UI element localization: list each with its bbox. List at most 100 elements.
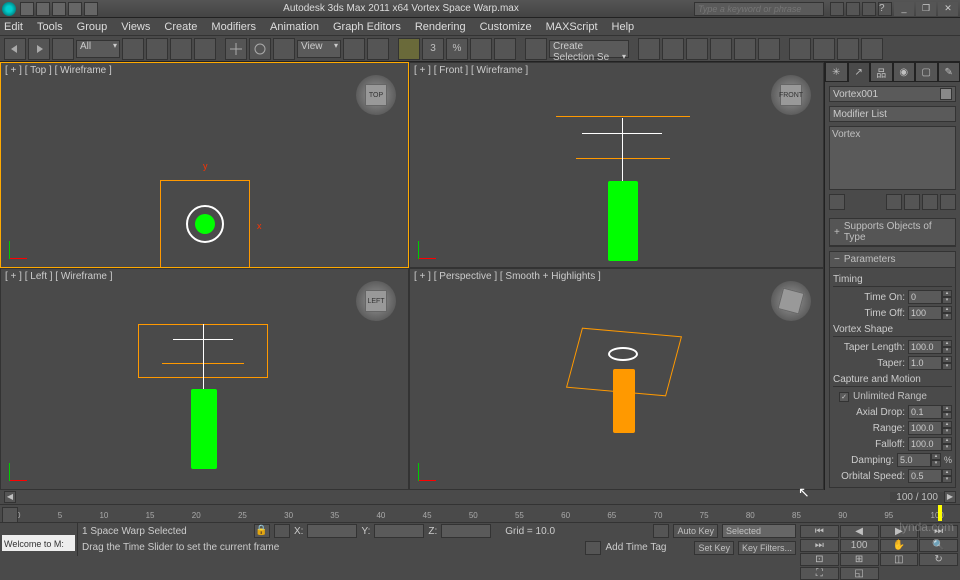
infocenter-icon[interactable] [830,2,844,16]
motion-tab[interactable]: ◉ [893,62,916,82]
axial-drop-spinner[interactable] [908,405,942,419]
viewport-perspective[interactable]: [ + ] [ Perspective ] [ Smooth + Highlig… [409,268,824,490]
viewcube-perspective[interactable] [771,281,811,321]
spinner-down[interactable]: ▾ [942,412,952,419]
transform-type-icon[interactable] [274,524,290,538]
make-unique-button[interactable] [904,194,920,210]
add-time-tag[interactable]: Add Time Tag [605,542,666,553]
viewport-left[interactable]: [ + ] [ Left ] [ Wireframe ] LEFT [0,268,409,490]
help-icon[interactable]: ? [878,2,892,16]
x-input[interactable] [307,524,357,538]
mirror-icon[interactable] [638,38,660,60]
edit-selection-icon[interactable] [494,38,516,60]
modifier-list-dropdown[interactable]: Modifier List [829,106,956,122]
layers-icon[interactable] [686,38,708,60]
qat-new-icon[interactable] [20,2,34,16]
rollout-supports-header[interactable]: +Supports Objects of Type [830,219,955,246]
spinner-down[interactable]: ▾ [942,363,952,370]
menu-edit[interactable]: Edit [4,21,23,33]
zoom-extents-button[interactable]: ⊞ [840,553,879,566]
orbit-button[interactable]: ↻ [919,553,958,566]
zoom-button[interactable]: 🔍 [919,539,958,552]
modify-tab[interactable]: ↗ [848,62,871,82]
sign-in-icon[interactable] [846,2,860,16]
viewcube-face[interactable]: LEFT [365,290,387,312]
pin-stack-button[interactable] [829,194,845,210]
spinner-up[interactable]: ▴ [942,340,952,347]
keyword-search-input[interactable] [694,2,824,16]
viewcube-face[interactable]: FRONT [780,84,802,106]
create-tab[interactable]: ✳ [825,62,848,82]
rollout-parameters-header[interactable]: −Parameters [830,252,955,268]
align-icon[interactable] [662,38,684,60]
viewcube-top[interactable]: TOP [356,75,396,115]
spinner-up[interactable]: ▴ [942,405,952,412]
viewport-top[interactable]: [ + ] [ Top ] [ Wireframe ] TOP x y [0,62,409,268]
viewcube-left[interactable]: LEFT [356,281,396,321]
material-editor-icon[interactable] [758,38,780,60]
render-setup-icon[interactable] [789,38,811,60]
spinner-down[interactable]: ▾ [942,297,952,304]
utilities-tab[interactable]: ✎ [938,62,960,82]
time-slider-handle[interactable] [938,505,942,521]
coord-system-dropdown[interactable]: View [297,40,341,58]
maximize-viewport-button[interactable]: ⛶ [800,567,839,580]
falloff-spinner[interactable] [908,437,942,451]
spinner-up[interactable]: ▴ [942,421,952,428]
orbital-speed-spinner[interactable] [908,469,942,483]
spinner-up[interactable]: ▴ [942,290,952,297]
viewcube-front[interactable]: FRONT [771,75,811,115]
qat-redo-icon[interactable] [84,2,98,16]
modifier-stack[interactable]: Vortex [829,126,956,190]
hierarchy-tab[interactable]: 品 [870,62,893,82]
spinner-down[interactable]: ▾ [942,313,952,320]
minimize-button[interactable]: _ [894,2,914,16]
time-tag-icon[interactable] [585,541,601,555]
spinner-down[interactable]: ▾ [942,476,952,483]
app-logo[interactable] [2,2,16,16]
configure-sets-button[interactable] [940,194,956,210]
autokey-toggle-icon[interactable] [653,524,669,538]
taper-length-spinner[interactable] [908,340,942,354]
fov-button[interactable]: ◫ [880,553,919,566]
percent-snap-icon[interactable]: % [446,38,468,60]
redo-icon[interactable] [28,38,50,60]
qat-save-icon[interactable] [52,2,66,16]
select-region-icon[interactable] [170,38,192,60]
z-input[interactable] [441,524,491,538]
qat-open-icon[interactable] [36,2,50,16]
viewport-front-label[interactable]: [ + ] [ Front ] [ Wireframe ] [414,65,528,76]
menu-modifiers[interactable]: Modifiers [211,21,256,33]
named-selection-dropdown[interactable]: Create Selection Se [549,40,629,58]
spinner-up[interactable]: ▴ [942,469,952,476]
menu-help[interactable]: Help [612,21,635,33]
show-end-result-button[interactable] [886,194,902,210]
menu-tools[interactable]: Tools [37,21,63,33]
render-production-icon[interactable] [837,38,859,60]
viewport-perspective-label[interactable]: [ + ] [ Perspective ] [ Smooth + Highlig… [414,271,601,282]
close-button[interactable]: ✕ [938,2,958,16]
damping-spinner[interactable] [897,453,931,467]
link-icon[interactable] [52,38,74,60]
qat-undo-icon[interactable] [68,2,82,16]
range-spinner[interactable] [908,421,942,435]
min-max-toggle-button[interactable]: ◱ [840,567,879,580]
menu-graph-editors[interactable]: Graph Editors [333,21,401,33]
window-crossing-icon[interactable] [194,38,216,60]
spinner-up[interactable]: ▴ [942,306,952,313]
pivot-icon[interactable] [343,38,365,60]
keymode-dropdown[interactable]: Selected [722,524,796,538]
object-color-swatch[interactable] [940,88,952,100]
y-input[interactable] [374,524,424,538]
goto-end-button[interactable]: ⏭ [800,539,839,552]
taper-spinner[interactable] [908,356,942,370]
angle-snap-icon[interactable]: 3 [422,38,444,60]
spinner-up[interactable]: ▴ [942,437,952,444]
keyfilters-button[interactable]: Key Filters... [738,541,796,555]
object-name-field[interactable]: Vortex001 [833,89,940,100]
spinner-up[interactable]: ▴ [931,453,941,460]
zoom-all-button[interactable]: ⊡ [800,553,839,566]
spinner-down[interactable]: ▾ [942,347,952,354]
schematic-view-icon[interactable] [734,38,756,60]
select-object-icon[interactable] [122,38,144,60]
